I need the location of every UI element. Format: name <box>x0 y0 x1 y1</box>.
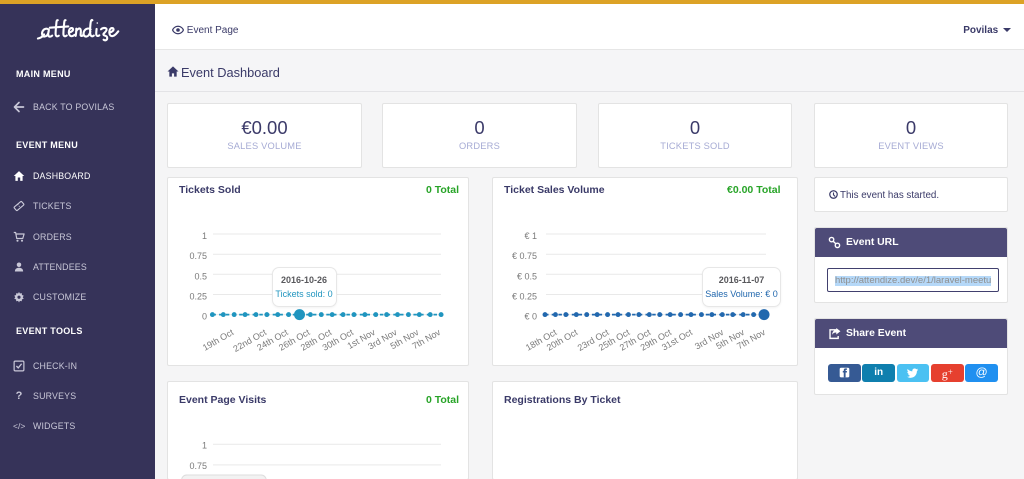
svg-text:€ 0.75: € 0.75 <box>512 251 537 261</box>
svg-text:0: 0 <box>202 312 207 322</box>
svg-text:1: 1 <box>202 231 207 241</box>
svg-text:€ 0: € 0 <box>524 312 537 322</box>
svg-text:0.5: 0.5 <box>194 271 207 281</box>
svg-text:0.75: 0.75 <box>189 461 207 471</box>
svg-text:€ 1: € 1 <box>524 231 537 241</box>
svg-text:0.75: 0.75 <box>189 251 207 261</box>
svg-text:1: 1 <box>202 440 207 450</box>
svg-text:19th Oct: 19th Oct <box>201 327 236 353</box>
svg-text:€ 0.25: € 0.25 <box>512 292 537 302</box>
svg-text:0.25: 0.25 <box>189 292 207 302</box>
svg-text:€ 0.5: € 0.5 <box>517 271 537 281</box>
